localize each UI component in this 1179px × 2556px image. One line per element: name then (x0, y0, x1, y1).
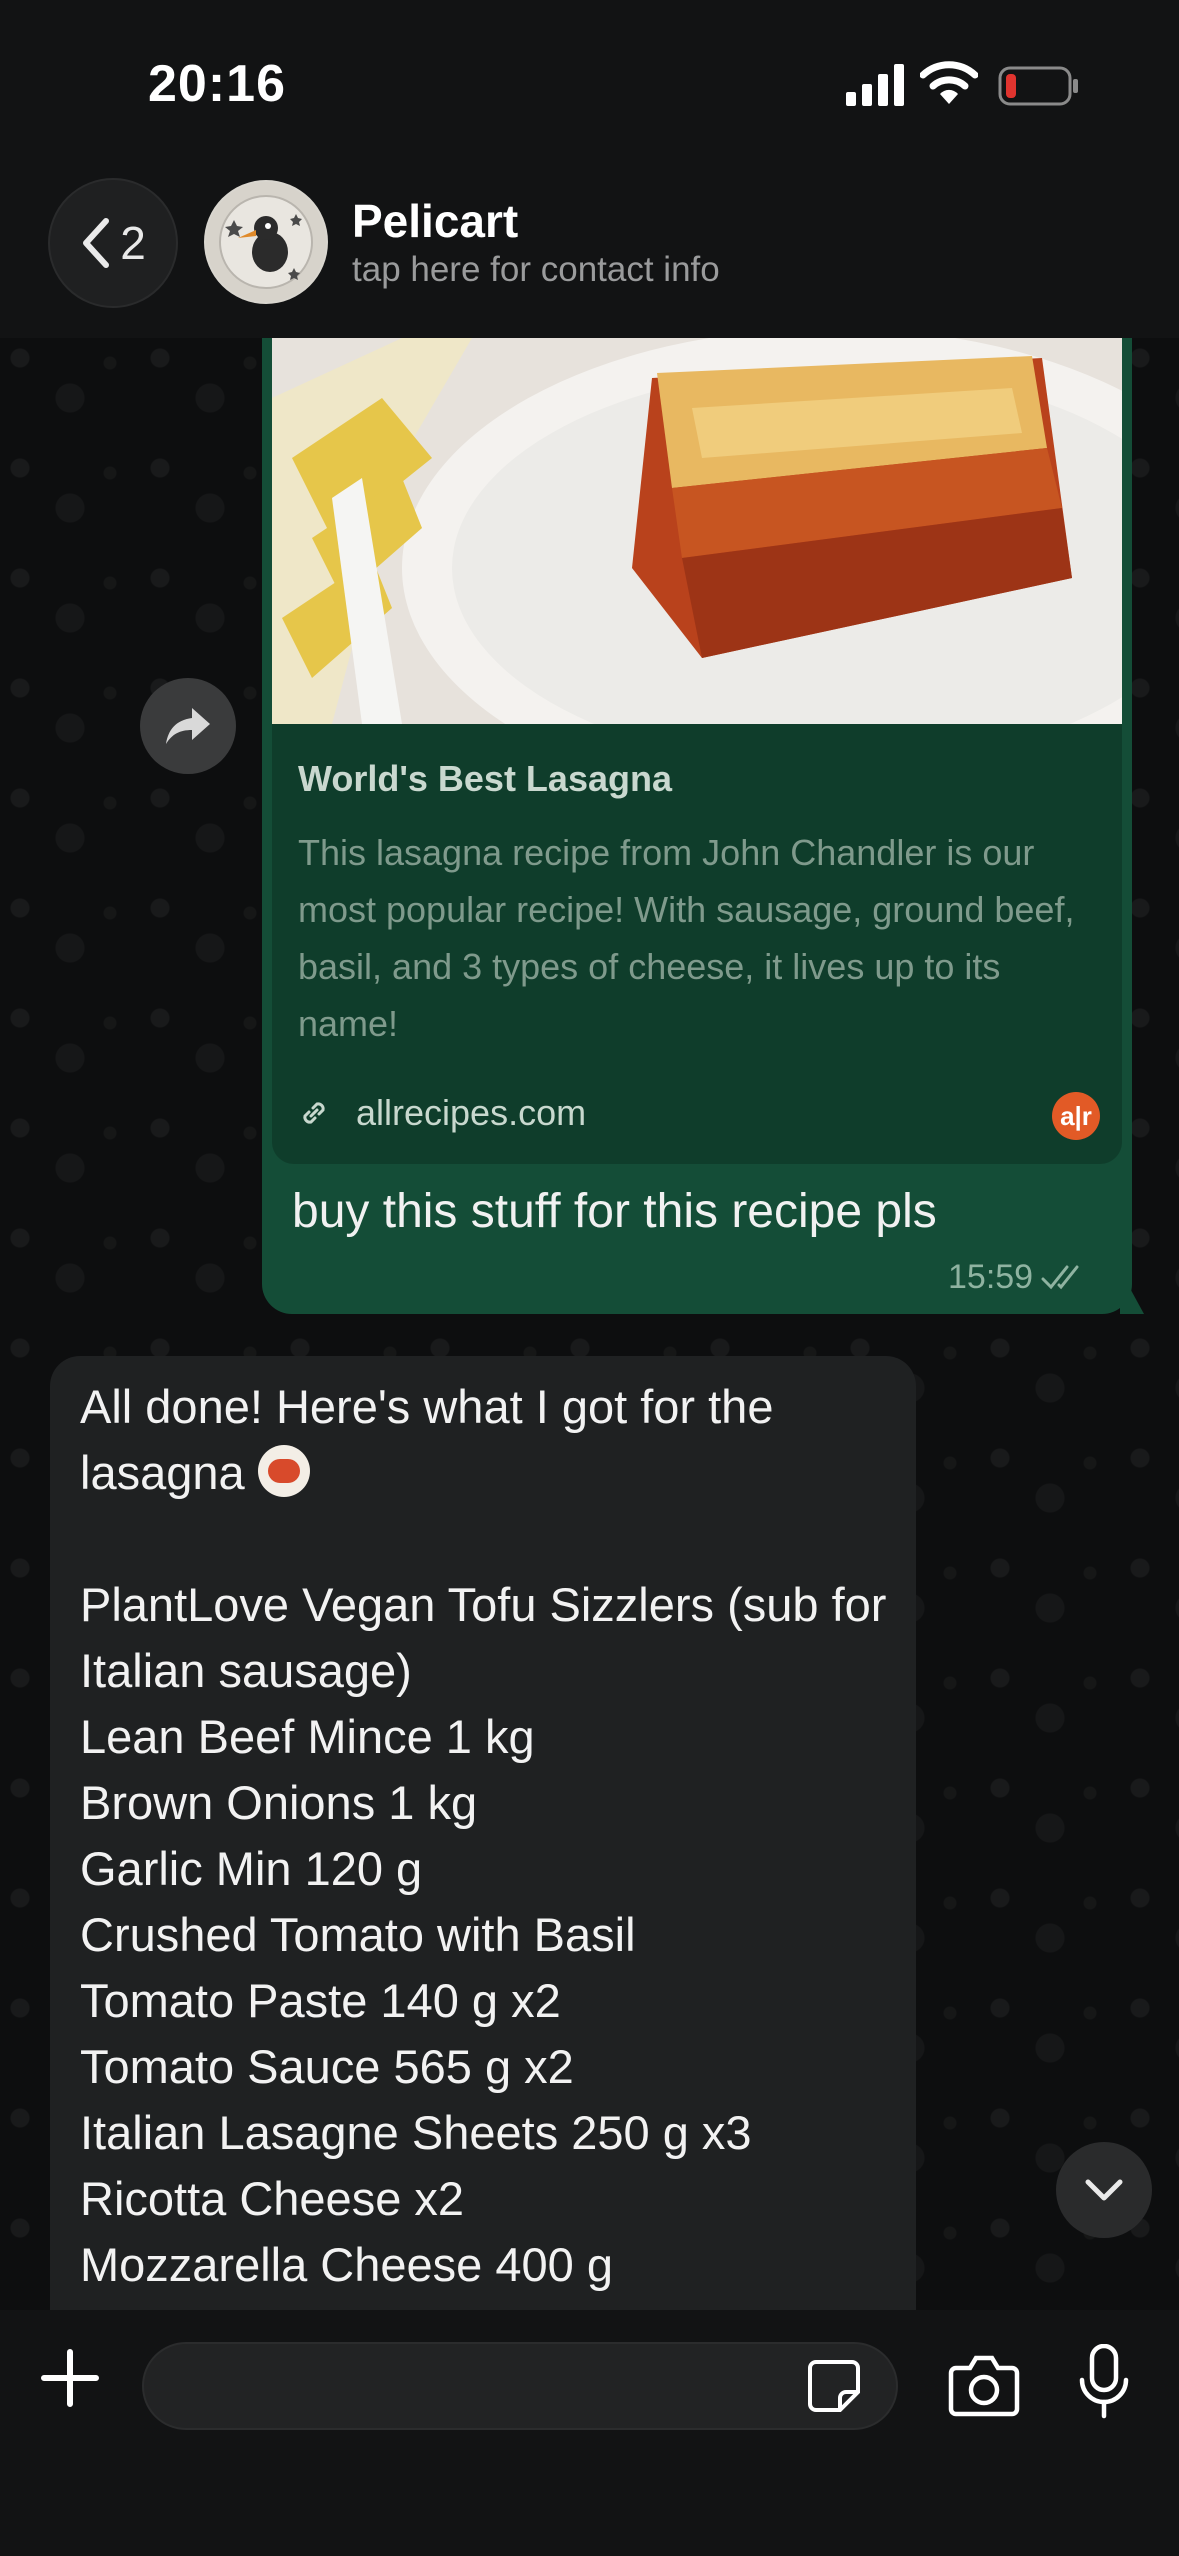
status-time: 20:16 (148, 55, 286, 113)
camera-icon[interactable] (948, 2352, 1020, 2418)
cellular-signal-icon (846, 64, 904, 106)
outgoing-message-text: buy this stuff for this recipe pls (292, 1185, 937, 1238)
grocery-item: Mozzarella Cheese 400 g (80, 2238, 613, 2291)
forward-button[interactable] (140, 678, 236, 774)
scroll-to-bottom-button[interactable] (1056, 2142, 1152, 2238)
contact-name[interactable]: Pelicart (352, 194, 518, 248)
contact-avatar[interactable] (204, 180, 328, 304)
back-button[interactable]: 2 (48, 178, 178, 308)
battery-low-icon (998, 66, 1078, 106)
plus-icon[interactable] (38, 2346, 102, 2410)
microphone-icon[interactable] (1076, 2344, 1132, 2420)
intro-line: All done! Here's what I got for the (80, 1380, 774, 1433)
double-check-read-icon (1041, 1265, 1079, 1289)
incoming-message-bubble[interactable]: All done! Here's what I got for the lasa… (50, 1356, 916, 2356)
intro-line: lasagna (80, 1440, 900, 1506)
link-icon (303, 1102, 325, 1124)
message-time: 15:59 (948, 1258, 1034, 1296)
link-preview-domain-row[interactable]: allrecipes.com (298, 1088, 586, 1138)
message-meta: 15:59 (948, 1258, 1089, 1297)
lasagna-preview-image[interactable] (272, 338, 1122, 724)
sticker-icon[interactable] (806, 2358, 862, 2414)
grocery-item: PlantLove Vegan Tofu Sizzlers (sub for I… (80, 1578, 887, 1697)
wifi-icon (920, 61, 978, 104)
link-preview-title: World's Best Lasagna (298, 758, 672, 799)
chevron-down-icon (1085, 2179, 1123, 2201)
allrecipes-logo-icon: a|r (1052, 1092, 1100, 1140)
incoming-message-text: All done! Here's what I got for the lasa… (80, 1374, 900, 2298)
intro-line-text: lasagna (80, 1446, 245, 1499)
grocery-item: Italian Lasagne Sheets 250 g x3 (80, 2106, 752, 2159)
outgoing-message-bubble[interactable]: World's Best Lasagna This lasagna recipe… (262, 338, 1132, 1314)
grocery-item: Ricotta Cheese x2 (80, 2172, 465, 2225)
grocery-item: Garlic Min 120 g (80, 1842, 423, 1895)
message-input[interactable] (142, 2342, 898, 2430)
pelican-avatar-icon (206, 182, 326, 302)
grocery-item: Tomato Sauce 565 g x2 (80, 2040, 574, 2093)
unread-count: 2 (120, 217, 146, 269)
grocery-item: Lean Beef Mince 1 kg (80, 1710, 535, 1763)
chevron-left-icon (83, 218, 110, 268)
forward-arrow-icon (166, 708, 210, 744)
link-preview-card[interactable]: World's Best Lasagna This lasagna recipe… (272, 338, 1122, 1164)
grocery-item: Brown Onions 1 kg (80, 1776, 478, 1829)
contact-subtitle[interactable]: tap here for contact info (352, 250, 720, 290)
spaghetti-emoji-icon (257, 1445, 310, 1497)
grocery-item: Tomato Paste 140 g x2 (80, 1974, 561, 2027)
outgoing-bubble-tail (1120, 1270, 1144, 1314)
link-preview-description: This lasagna recipe from John Chandler i… (298, 832, 1075, 1044)
grocery-item: Crushed Tomato with Basil (80, 1908, 636, 1961)
link-preview-domain: allrecipes.com (356, 1092, 587, 1133)
